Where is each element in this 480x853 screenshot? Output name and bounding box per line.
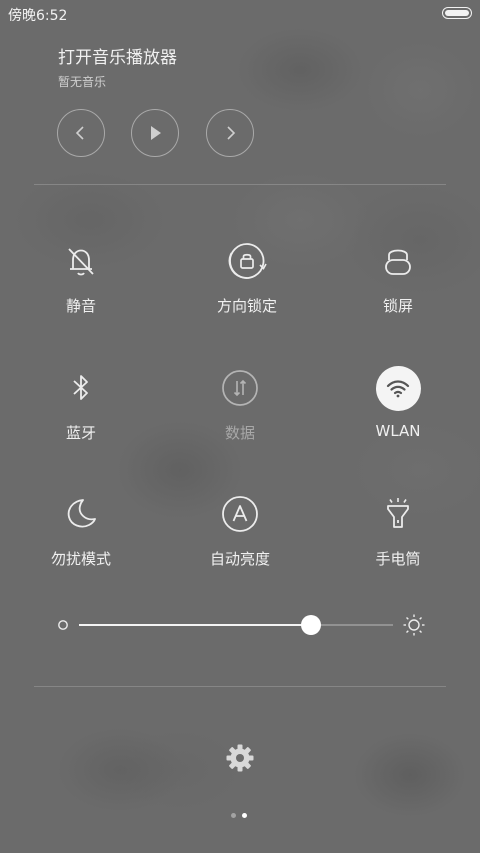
settings-button[interactable] xyxy=(224,742,256,778)
flashlight-icon xyxy=(387,498,409,528)
chevron-right-icon xyxy=(227,126,236,140)
brightness-thumb[interactable] xyxy=(301,615,322,635)
toggle-label: WLAN xyxy=(375,422,421,440)
wifi-icon xyxy=(386,380,410,398)
toggle-label: 锁屏 xyxy=(382,297,413,315)
toggle-bluetooth[interactable]: 蓝牙 xyxy=(21,364,141,443)
music-subtitle: 暂无音乐 xyxy=(58,75,107,89)
bell-off-icon xyxy=(68,248,94,276)
toggle-label: 方向锁定 xyxy=(216,297,277,315)
toggle-label: 蓝牙 xyxy=(65,424,96,442)
page-dot xyxy=(242,813,247,818)
brightness-high-icon xyxy=(403,614,425,636)
toggle-lock-screen[interactable]: 锁屏 xyxy=(338,237,458,316)
brightness-slider[interactable] xyxy=(56,612,428,638)
next-button[interactable] xyxy=(206,109,254,157)
toggle-label: 数据 xyxy=(224,424,255,442)
toggle-label: 手电筒 xyxy=(375,550,421,568)
previous-button[interactable] xyxy=(57,109,105,157)
toggle-label: 自动亮度 xyxy=(209,550,270,568)
toggle-rotation-lock[interactable]: 方向锁定 xyxy=(187,237,307,316)
toggle-label: 静音 xyxy=(65,297,96,315)
toggle-wlan[interactable]: WLAN xyxy=(338,364,458,440)
bluetooth-icon xyxy=(73,375,88,400)
music-widget[interactable]: 打开音乐播放器 暂无音乐 xyxy=(58,43,177,90)
status-bar: 傍晚6:52 xyxy=(0,0,480,26)
toggle-mute[interactable]: 静音 xyxy=(21,237,141,316)
play-icon xyxy=(151,126,161,140)
toggle-auto-brightness[interactable]: 自动亮度 xyxy=(180,490,300,569)
gear-icon xyxy=(226,744,254,772)
play-button[interactable] xyxy=(131,109,179,157)
page-indicator xyxy=(231,813,247,818)
lock-icon xyxy=(385,249,411,275)
rotation-lock-icon xyxy=(228,243,267,279)
toggle-do-not-disturb[interactable]: 勿扰模式 xyxy=(21,490,141,569)
battery-icon xyxy=(442,7,472,19)
brightness-track[interactable] xyxy=(79,624,393,626)
music-title[interactable]: 打开音乐播放器 xyxy=(58,43,177,68)
toggle-mobile-data[interactable]: 数据 xyxy=(180,364,300,443)
page-dot xyxy=(231,813,236,818)
toggle-label: 勿扰模式 xyxy=(50,550,111,568)
auto-brightness-icon xyxy=(222,496,258,532)
divider-top xyxy=(34,184,446,185)
moon-icon xyxy=(67,499,96,528)
status-time: 傍晚6:52 xyxy=(8,8,68,24)
brightness-track-fill xyxy=(79,624,312,626)
toggle-flashlight[interactable]: 手电筒 xyxy=(338,490,458,569)
mobile-data-icon xyxy=(222,370,258,406)
chevron-left-icon xyxy=(75,126,84,140)
active-indicator xyxy=(375,365,421,411)
divider-bottom xyxy=(34,686,446,687)
brightness-low-icon xyxy=(58,620,68,630)
